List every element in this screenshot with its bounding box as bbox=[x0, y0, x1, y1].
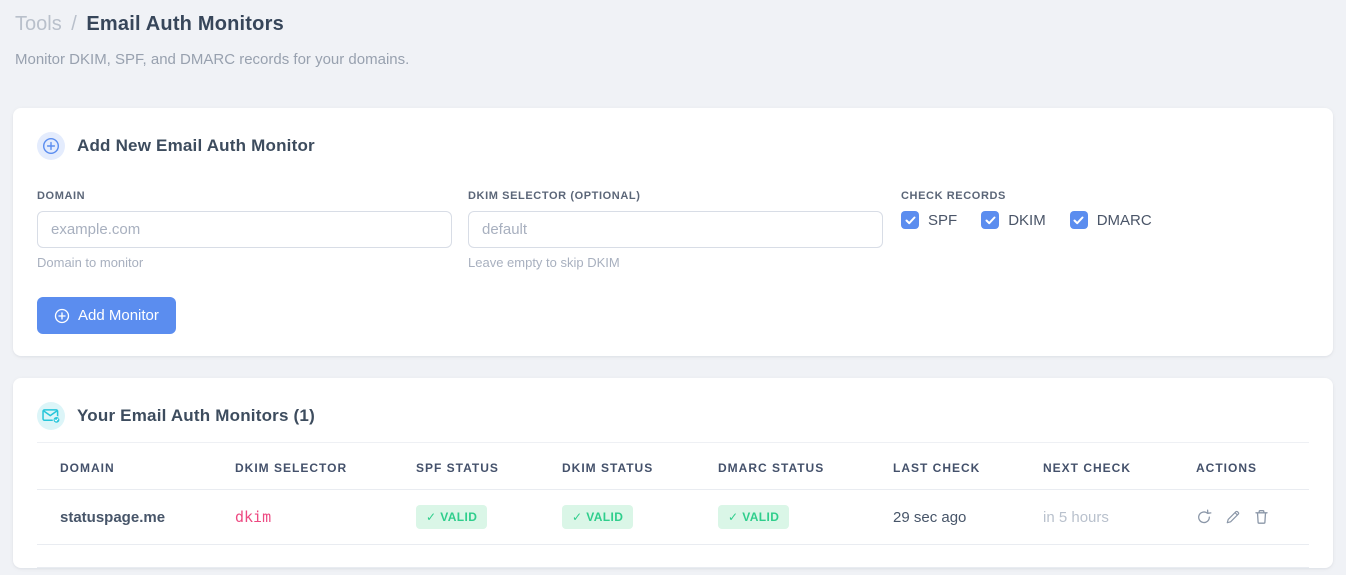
dmarc-status-badge: ✓ VALID bbox=[718, 505, 790, 529]
spf-status-badge: ✓ VALID bbox=[416, 505, 488, 529]
col-header-domain: DOMAIN bbox=[60, 461, 115, 475]
col-header-dkim-status: DKIM STATUS bbox=[562, 461, 654, 475]
monitor-domain: statuspage.me bbox=[60, 508, 166, 526]
pencil-icon bbox=[1226, 510, 1240, 524]
check-records-label: CHECK RECORDS bbox=[901, 190, 1006, 202]
add-monitor-button-label: Add Monitor bbox=[78, 307, 159, 324]
check-icon bbox=[905, 216, 915, 224]
col-header-next-check: NEXT CHECK bbox=[1043, 461, 1132, 475]
page-title: Email Auth Monitors bbox=[86, 13, 284, 35]
monitors-card-header: Your Email Auth Monitors (1) bbox=[37, 402, 1309, 430]
check-records-options: SPF DKIM DMARC bbox=[901, 211, 1309, 229]
add-monitor-card: Add New Email Auth Monitor DOMAIN Domain… bbox=[13, 108, 1333, 356]
refresh-icon bbox=[1198, 509, 1212, 524]
edit-button[interactable] bbox=[1225, 509, 1241, 525]
row-actions bbox=[1196, 509, 1303, 525]
add-monitor-button[interactable]: Add Monitor bbox=[37, 297, 176, 334]
col-header-dmarc-status: DMARC STATUS bbox=[718, 461, 825, 475]
monitor-last-check: 29 sec ago bbox=[893, 508, 967, 526]
monitors-card-title: Your Email Auth Monitors (1) bbox=[77, 406, 315, 425]
domain-input[interactable] bbox=[37, 211, 452, 248]
col-header-dkim-selector: DKIM SELECTOR bbox=[235, 461, 348, 475]
page: Tools / Email Auth Monitors Monitor DKIM… bbox=[0, 0, 1346, 568]
refresh-button[interactable] bbox=[1196, 509, 1212, 525]
dmarc-checkbox[interactable] bbox=[1069, 211, 1088, 229]
trash-icon bbox=[1255, 510, 1268, 524]
breadcrumb: Tools / Email Auth Monitors bbox=[15, 12, 1331, 36]
plus-circle-icon bbox=[54, 308, 70, 323]
plus-circle-icon bbox=[37, 132, 65, 160]
dkim-selector-field-group: DKIM SELECTOR (OPTIONAL) Leave empty to … bbox=[468, 190, 883, 270]
add-card-title: Add New Email Auth Monitor bbox=[77, 136, 315, 155]
monitors-table: DOMAIN DKIM SELECTOR SPF STATUS DKIM STA… bbox=[37, 442, 1309, 568]
col-header-last-check: LAST CHECK bbox=[893, 461, 981, 475]
table-row: statuspage.me dkim ✓ VALID ✓ VALID ✓ VAL… bbox=[37, 490, 1309, 545]
monitor-next-check: in 5 hours bbox=[1043, 508, 1109, 526]
dkim-selector-help-text: Leave empty to skip DKIM bbox=[468, 255, 620, 270]
dkim-checkbox-group[interactable]: DKIM bbox=[981, 211, 1046, 229]
page-header: Tools / Email Auth Monitors Monitor DKIM… bbox=[13, 12, 1333, 68]
breadcrumb-tools[interactable]: Tools bbox=[15, 13, 62, 35]
dmarc-checkbox-label: DMARC bbox=[1096, 211, 1152, 229]
spf-checkbox[interactable] bbox=[901, 211, 919, 229]
dkim-selector-label: DKIM SELECTOR (OPTIONAL) bbox=[468, 190, 641, 202]
domain-help-text: Domain to monitor bbox=[37, 255, 144, 270]
spf-checkbox-label: SPF bbox=[928, 211, 958, 229]
page-subtitle: Monitor DKIM, SPF, and DMARC records for… bbox=[15, 51, 410, 68]
email-check-icon bbox=[37, 402, 65, 430]
col-header-spf-status: SPF STATUS bbox=[416, 461, 499, 475]
col-header-actions: ACTIONS bbox=[1196, 461, 1257, 475]
check-icon bbox=[1073, 216, 1084, 224]
add-monitor-form: DOMAIN Domain to monitor DKIM SELECTOR (… bbox=[37, 190, 1309, 270]
domain-field-group: DOMAIN Domain to monitor bbox=[37, 190, 452, 270]
table-header-row: DOMAIN DKIM SELECTOR SPF STATUS DKIM STA… bbox=[37, 442, 1309, 490]
spf-checkbox-group[interactable]: SPF bbox=[901, 211, 957, 229]
dkim-status-badge: ✓ VALID bbox=[562, 505, 634, 529]
dkim-checkbox-label: DKIM bbox=[1008, 211, 1046, 229]
monitors-card: Your Email Auth Monitors (1) DOMAIN DKIM… bbox=[13, 378, 1333, 568]
dkim-selector-input[interactable] bbox=[468, 211, 883, 248]
dmarc-checkbox-group[interactable]: DMARC bbox=[1069, 211, 1152, 229]
check-records-group: CHECK RECORDS SPF DKIM DMARC bbox=[899, 190, 1309, 270]
domain-label: DOMAIN bbox=[37, 190, 86, 202]
breadcrumb-separator: / bbox=[71, 13, 77, 35]
dkim-checkbox[interactable] bbox=[981, 211, 1000, 229]
check-icon bbox=[985, 216, 996, 224]
table-bottom-spacer bbox=[37, 545, 1309, 568]
monitor-dkim-selector: dkim bbox=[235, 508, 272, 526]
delete-button[interactable] bbox=[1254, 509, 1269, 525]
add-card-header: Add New Email Auth Monitor bbox=[37, 132, 1309, 160]
